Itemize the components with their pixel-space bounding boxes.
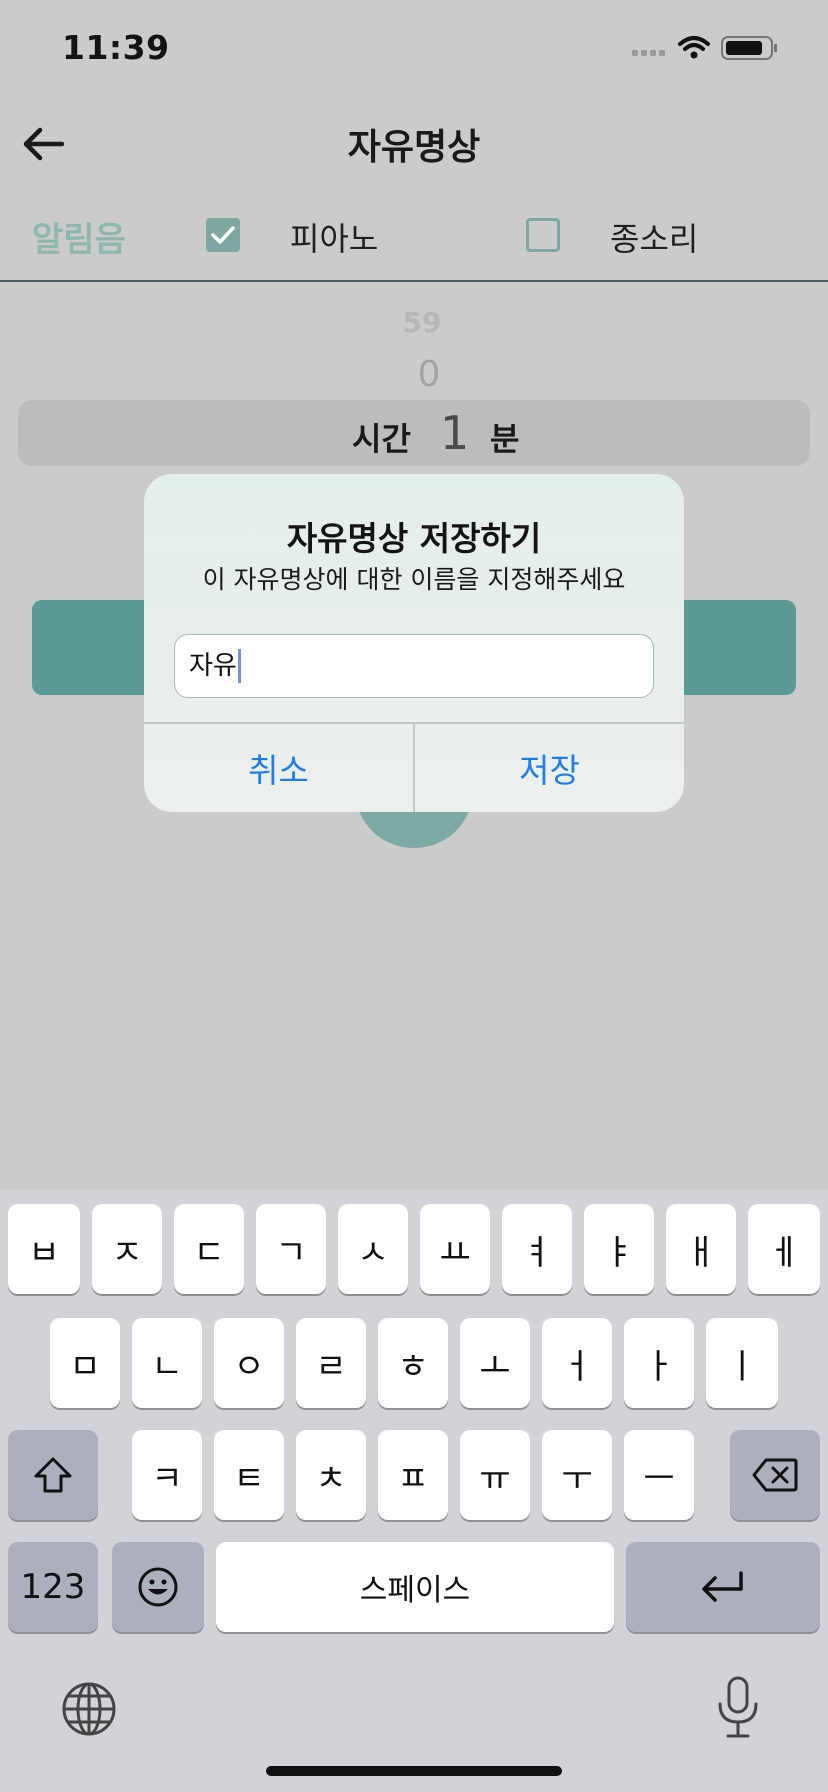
key[interactable]: ㅏ — [624, 1318, 694, 1408]
key[interactable]: ㅗ — [460, 1318, 530, 1408]
divider — [0, 280, 828, 282]
key[interactable]: ㅔ — [748, 1204, 820, 1294]
key[interactable]: ㅌ — [214, 1430, 284, 1520]
key[interactable]: ㅑ — [584, 1204, 654, 1294]
key[interactable]: ㅎ — [378, 1318, 448, 1408]
delete-key[interactable] — [730, 1430, 820, 1520]
globe-key[interactable] — [60, 1680, 120, 1740]
save-button[interactable]: 저장 — [415, 724, 684, 812]
picker-label: 시간 — [352, 420, 411, 458]
key[interactable]: ㅓ — [542, 1318, 612, 1408]
bell-option-label[interactable]: 종소리 — [610, 214, 698, 260]
picker-value-above-1[interactable]: 0 — [0, 354, 828, 395]
battery-icon — [721, 36, 777, 60]
signal-icon — [632, 50, 665, 56]
name-input-value: 자유 — [189, 651, 237, 681]
save-dialog: 자유명상 저장하기 이 자유명상에 대한 이름을 지정해주세요 자유 취소 저장 — [144, 474, 684, 812]
status-time: 11:39 — [62, 28, 170, 67]
home-indicator — [266, 1766, 562, 1776]
piano-checkbox[interactable] — [206, 218, 240, 252]
dictation-key[interactable] — [710, 1674, 766, 1740]
key[interactable]: ㅣ — [706, 1318, 778, 1408]
wifi-icon — [678, 36, 710, 51]
key[interactable]: ㄹ — [296, 1318, 366, 1408]
key[interactable]: ㄱ — [256, 1204, 326, 1294]
key[interactable]: ㅋ — [132, 1430, 202, 1520]
key[interactable]: ㄴ — [132, 1318, 202, 1408]
microphone-icon — [718, 1676, 758, 1738]
name-input[interactable]: 자유 — [174, 634, 654, 698]
emoji-key[interactable] — [112, 1542, 204, 1632]
picker-unit: 분 — [490, 420, 520, 458]
key[interactable]: ㅛ — [420, 1204, 490, 1294]
dialog-message: 이 자유명상에 대한 이름을 지정해주세요 — [202, 565, 626, 594]
key[interactable]: ㅊ — [296, 1430, 366, 1520]
shift-key[interactable] — [8, 1430, 98, 1520]
return-icon — [702, 1571, 743, 1602]
time-picker-selection[interactable] — [18, 400, 810, 466]
keyboard: ㅂ ㅈ ㄷ ㄱ ㅅ ㅛ ㅕ ㅑ ㅐ ㅔ ㅁ ㄴ ㅇ ㄹ ㅎ ㅗ ㅓ ㅏ ㅣ ㅋ … — [0, 1190, 828, 1792]
backspace-icon — [752, 1458, 798, 1492]
picker-selected-value[interactable]: 1 — [440, 406, 469, 460]
text-caret — [237, 649, 241, 683]
page-title: 자유명상 — [347, 127, 481, 168]
status-icons — [632, 36, 777, 60]
key[interactable]: ㅂ — [8, 1204, 80, 1294]
key[interactable]: ㅅ — [338, 1204, 408, 1294]
sound-label: 알림음 — [32, 220, 126, 260]
key[interactable]: ㅕ — [502, 1204, 572, 1294]
return-key[interactable] — [626, 1542, 820, 1632]
globe-icon — [62, 1682, 116, 1736]
numbers-key[interactable]: 123 — [8, 1542, 98, 1632]
key[interactable]: ㄷ — [174, 1204, 244, 1294]
key[interactable]: ㅇ — [214, 1318, 284, 1408]
emoji-icon — [138, 1567, 178, 1607]
key[interactable]: ㅐ — [666, 1204, 736, 1294]
shift-icon — [34, 1457, 72, 1493]
cancel-button[interactable]: 취소 — [144, 724, 413, 812]
key[interactable]: ㅠ — [460, 1430, 530, 1520]
key[interactable]: ㅍ — [378, 1430, 448, 1520]
picker-value-above-2[interactable]: 59 — [0, 306, 828, 339]
key[interactable]: ㅡ — [624, 1430, 694, 1520]
check-icon — [211, 226, 235, 244]
key[interactable]: ㅈ — [92, 1204, 162, 1294]
bell-checkbox[interactable] — [526, 218, 560, 252]
key[interactable]: ㅁ — [50, 1318, 120, 1408]
space-key[interactable]: 스페이스 — [216, 1542, 614, 1632]
piano-option-label[interactable]: 피아노 — [290, 214, 378, 260]
key[interactable]: ㅜ — [542, 1430, 612, 1520]
dialog-title: 자유명상 저장하기 — [286, 519, 542, 558]
